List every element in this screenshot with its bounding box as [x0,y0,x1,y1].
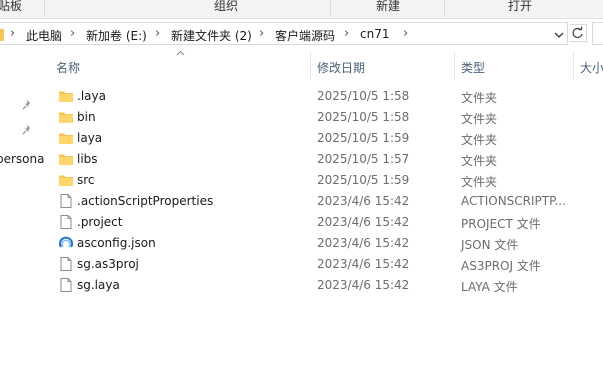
folder-icon [58,109,74,125]
chevron-right-icon[interactable]: › [259,26,264,41]
file-name[interactable]: sg.laya [77,278,120,292]
ribbon-divider [444,0,445,17]
file-row[interactable]: src 2025/10/5 1:59 文件夹 [38,170,603,191]
ribbon-label-new: 新建 [376,0,401,13]
ribbon-label-clipboard: 贴板 [0,0,23,13]
chevron-down-icon[interactable] [552,28,566,42]
file-list: .laya 2025/10/5 1:58 文件夹 bin 2025/10/5 1:58 文… [38,86,603,296]
file-modified-date: 2023/4/6 15:42 [317,194,410,208]
search-box[interactable] [592,22,603,45]
file-modified-date: 2023/4/6 15:42 [317,257,410,271]
file-name[interactable]: laya [77,131,102,145]
file-name[interactable]: .actionScriptProperties [77,194,213,208]
file-row[interactable]: asconfig.json 2023/4/6 15:42 JSON 文件 [38,233,603,254]
chevron-right-icon[interactable]: › [155,26,160,41]
file-modified-date: 2023/4/6 15:42 [317,236,410,250]
file-row[interactable]: .laya 2025/10/5 1:58 文件夹 [38,86,603,107]
column-divider[interactable] [454,52,455,80]
file-type: 文件夹 [461,133,498,147]
chevron-right-icon[interactable]: › [344,26,349,41]
file-modified-date: 2023/4/6 15:42 [317,215,410,229]
file-row[interactable]: .actionScriptProperties 2023/4/6 15:42 ACT… [38,191,603,212]
file-type: 文件夹 [461,154,498,168]
ribbon-divider [330,0,331,17]
file-row[interactable]: libs 2025/10/5 1:57 文件夹 [38,149,603,170]
file-row[interactable]: sg.as3proj 2023/4/6 15:42 AS3PROJ 文件 [38,254,603,275]
column-header-type[interactable]: 类型 [461,59,485,76]
ribbon-divider [44,0,45,17]
file-icon [58,214,74,230]
column-header-modified[interactable]: 修改日期 [317,59,365,76]
chevron-right-icon[interactable]: › [403,26,408,41]
json-file-icon [58,235,74,251]
refresh-icon [572,26,583,38]
column-headers: 名称 修改日期 类型 大小 [38,50,603,80]
file-icon [58,193,74,209]
breadcrumb-this-pc[interactable]: 此电脑 [26,27,62,44]
pin-icon[interactable] [21,99,33,111]
ribbon-label-organize: 组织 [214,0,239,13]
file-row[interactable]: .project 2023/4/6 15:42 PROJECT 文件 [38,212,603,233]
file-type: LAYA 文件 [461,280,518,294]
folder-icon [58,88,74,104]
file-icon [58,277,74,293]
folder-icon [0,29,4,41]
file-type: JSON 文件 [461,238,519,252]
file-type: 文件夹 [461,91,498,105]
file-type: PROJECT 文件 [461,217,541,231]
file-modified-date: 2025/10/5 1:58 [317,89,410,103]
file-row[interactable]: bin 2025/10/5 1:58 文件夹 [38,107,603,128]
file-name[interactable]: .project [77,215,122,229]
file-modified-date: 2025/10/5 1:58 [317,110,410,124]
chevron-right-icon[interactable]: › [70,26,75,41]
folder-icon [58,151,74,167]
folder-icon [58,130,74,146]
address-bar: › 此电脑 › 新加卷 (E:) › 新建文件夹 (2) › 客户端源码 › c… [0,21,603,47]
breadcrumb-cn71[interactable]: cn71 [360,27,389,41]
file-icon [58,256,74,272]
column-header-size[interactable]: 大小 [580,59,603,76]
breadcrumb-client-source[interactable]: 客户端源码 [275,27,335,44]
column-header-name[interactable]: 名称 [56,59,80,76]
file-name[interactable]: bin [77,110,96,124]
folder-icon [58,172,74,188]
pin-icon[interactable] [21,124,33,136]
file-name[interactable]: src [77,173,95,187]
file-name[interactable]: libs [77,152,98,166]
file-modified-date: 2025/10/5 1:57 [317,152,410,166]
ribbon-label-open: 打开 [508,0,533,13]
breadcrumb[interactable]: › 此电脑 › 新加卷 (E:) › 新建文件夹 (2) › 客户端源码 › c… [0,22,568,45]
file-name[interactable]: .laya [77,89,106,103]
file-row[interactable]: sg.laya 2023/4/6 15:42 LAYA 文件 [38,275,603,296]
breadcrumb-new-folder-2[interactable]: 新建文件夹 (2) [171,27,252,44]
file-name[interactable]: sg.as3proj [77,257,139,271]
sort-ascending-icon [176,50,185,56]
chevron-right-icon[interactable]: › [10,26,15,41]
file-modified-date: 2025/10/5 1:59 [317,131,410,145]
column-divider[interactable] [310,52,311,80]
file-name[interactable]: asconfig.json [77,236,156,250]
file-type: AS3PROJ 文件 [461,259,541,273]
file-type: 文件夹 [461,112,498,126]
file-type: ACTIONSCRIPTP... [461,194,566,208]
file-row[interactable]: laya 2025/10/5 1:59 文件夹 [38,128,603,149]
refresh-button[interactable] [570,24,587,42]
file-modified-date: 2023/4/6 15:42 [317,278,410,292]
navigation-pane: persona [0,49,45,383]
file-type: 文件夹 [461,175,498,189]
ribbon-group-labels: 贴板 组织 新建 打开 [0,0,603,19]
file-modified-date: 2025/10/5 1:59 [317,173,410,187]
breadcrumb-drive-e[interactable]: 新加卷 (E:) [86,27,147,44]
column-divider[interactable] [573,52,574,80]
